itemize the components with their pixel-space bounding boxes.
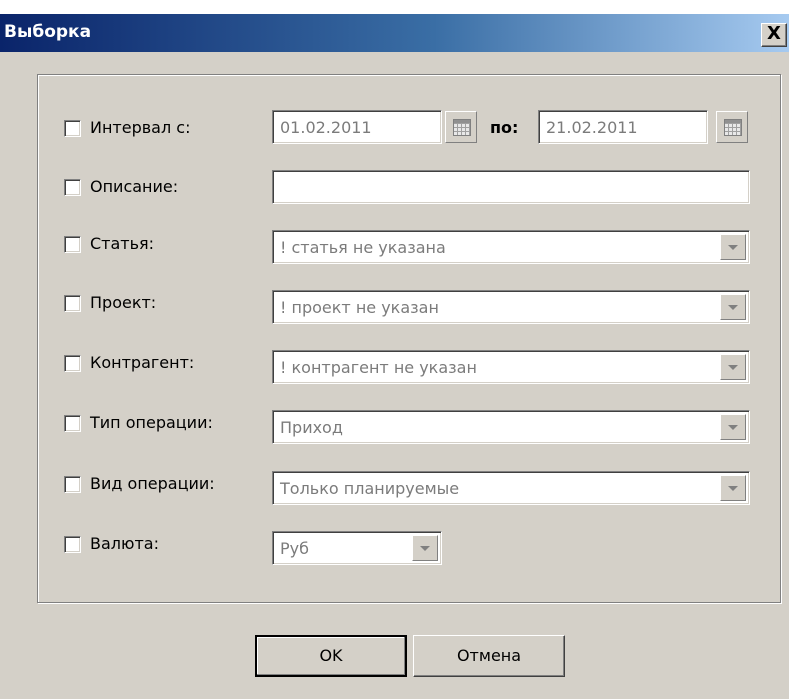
chevron-down-icon[interactable] — [720, 354, 746, 380]
description-checkbox[interactable] — [64, 179, 81, 196]
counterparty-label: Контрагент: — [90, 353, 195, 372]
op-kind-checkbox[interactable] — [64, 476, 81, 493]
title-bar[interactable]: Выборка X — [0, 14, 789, 52]
project-checkbox[interactable] — [64, 295, 81, 312]
chevron-down-icon[interactable] — [720, 294, 746, 320]
interval-from-field[interactable]: 01.02.2011 — [272, 110, 442, 144]
currency-select[interactable]: Руб — [272, 531, 442, 565]
op-kind-select[interactable]: Только планируемые — [272, 471, 750, 505]
article-label: Статья: — [90, 234, 155, 253]
project-label: Проект: — [90, 293, 157, 312]
chevron-down-icon[interactable] — [720, 234, 746, 260]
cancel-button[interactable]: Отмена — [413, 635, 565, 677]
interval-label: Интервал с: — [90, 118, 191, 137]
calendar-icon — [453, 119, 471, 136]
project-select[interactable]: ! проект не указан — [272, 290, 750, 324]
description-label: Описание: — [90, 177, 179, 196]
op-type-label: Тип операции: — [90, 413, 213, 432]
chevron-down-icon[interactable] — [412, 535, 438, 561]
window-title: Выборка — [4, 22, 92, 42]
chevron-down-icon[interactable] — [720, 475, 746, 501]
filter-groupbox — [37, 74, 781, 603]
counterparty-select[interactable]: ! контрагент не указан — [272, 350, 750, 384]
ok-button[interactable]: OK — [255, 635, 407, 677]
article-select[interactable]: ! статья не указана — [272, 230, 750, 264]
calendar-icon — [724, 119, 742, 136]
chevron-down-icon[interactable] — [720, 414, 746, 440]
op-type-checkbox[interactable] — [64, 415, 81, 432]
article-checkbox[interactable] — [64, 236, 81, 253]
interval-to-calendar-button[interactable] — [716, 111, 748, 143]
currency-label: Валюта: — [90, 534, 159, 553]
interval-checkbox[interactable] — [64, 120, 81, 137]
op-kind-label: Вид операции: — [90, 474, 215, 493]
interval-to-field[interactable]: 21.02.2011 — [538, 110, 708, 144]
op-type-select[interactable]: Приход — [272, 410, 750, 444]
description-input[interactable] — [272, 170, 750, 204]
dialog-window: Выборка X Интервал с: 01.02.2011 по: 21.… — [0, 14, 789, 699]
counterparty-checkbox[interactable] — [64, 355, 81, 372]
close-icon: X — [767, 23, 781, 44]
interval-to-label: по: — [490, 118, 519, 137]
interval-from-calendar-button[interactable] — [445, 111, 477, 143]
currency-checkbox[interactable] — [64, 536, 81, 553]
close-button[interactable]: X — [761, 23, 787, 47]
